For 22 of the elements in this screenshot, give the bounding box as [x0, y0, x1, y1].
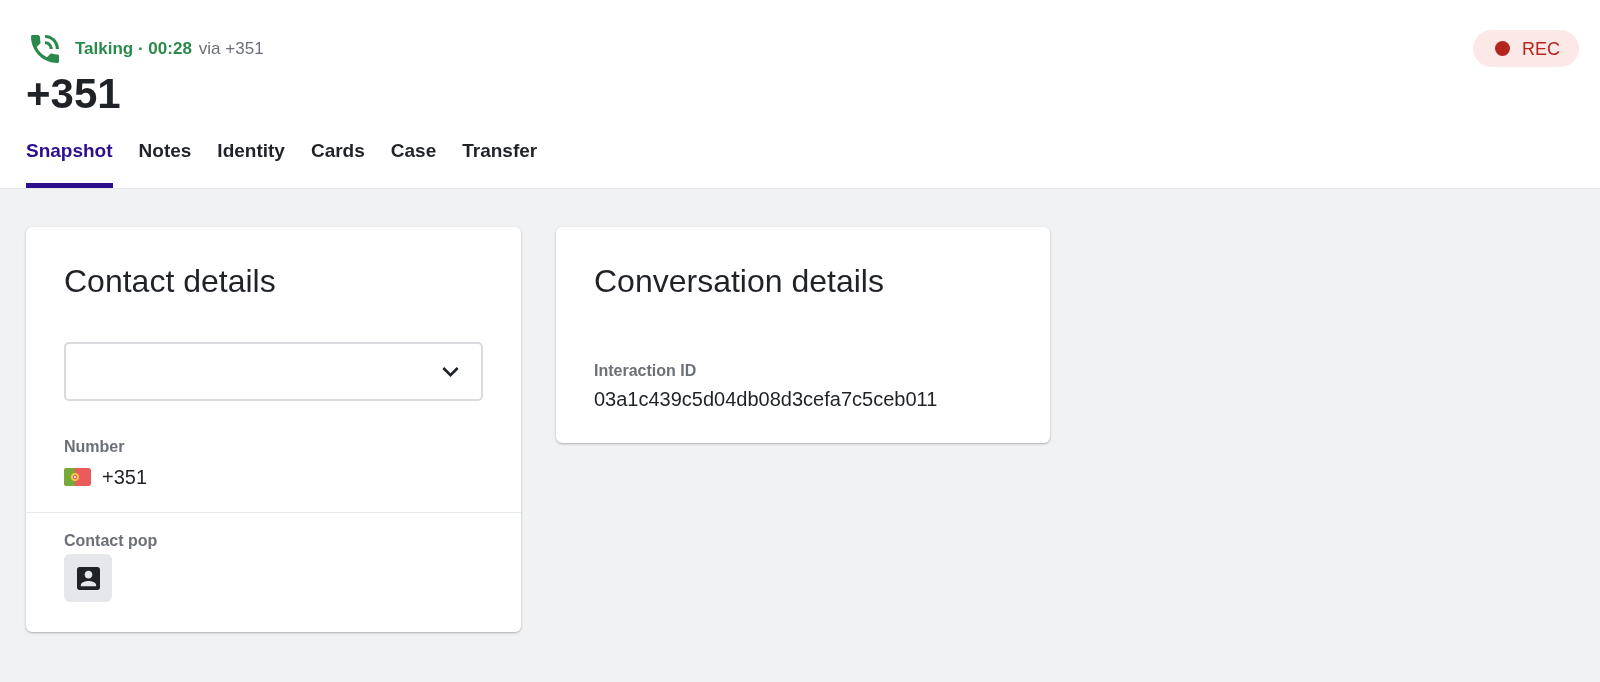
phone-icon: [31, 34, 59, 63]
call-status: Talking · 00:28: [75, 37, 192, 60]
card-title: Contact details: [64, 262, 276, 301]
tab[interactable]: Cards: [310, 137, 365, 188]
tab[interactable]: Transfer: [462, 137, 538, 188]
tab[interactable]: Case: [390, 137, 437, 188]
field-value: 03a1c439c5d04db08d3cefa7c5ceb011: [594, 388, 938, 410]
field-label: Contact pop: [64, 531, 158, 551]
tab[interactable]: Identity: [217, 137, 285, 188]
field-value: +351: [102, 465, 148, 490]
field-label: Interaction ID: [594, 361, 697, 381]
record-dot-icon: [1495, 41, 1510, 56]
caller-number: +351: [26, 71, 121, 117]
flag-icon: [64, 468, 91, 486]
contact-pop-button[interactable]: [64, 554, 112, 602]
chevron-down-icon: [442, 366, 459, 377]
field-label: Number: [64, 437, 125, 457]
via-number: via +351: [198, 37, 264, 60]
tab[interactable]: Snapshot: [26, 137, 113, 188]
card-title: Conversation details: [594, 262, 884, 301]
recording-label: REC: [1522, 37, 1560, 60]
tab[interactable]: Notes: [138, 137, 192, 188]
